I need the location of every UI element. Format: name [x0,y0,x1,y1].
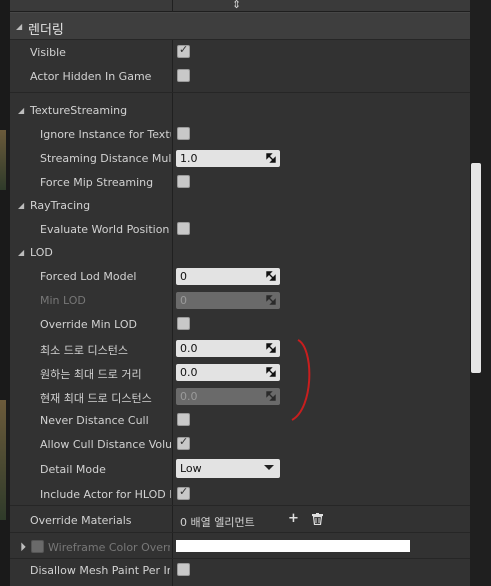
field-value: 0 [180,294,187,307]
collapse-arrow-icon[interactable]: ◢ [18,248,24,257]
resize-grip-icon[interactable] [266,153,276,163]
override-min-lod-label: Override Min LOD [40,318,137,331]
detail-mode-label: Detail Mode [40,463,106,476]
override-materials-label: Override Materials [30,514,132,527]
category-title: 렌더링 [28,23,64,38]
resize-grip-icon [266,391,276,401]
wireframe-color-checkbox[interactable] [31,540,44,553]
ignore-instance-checkbox[interactable] [177,127,190,140]
viewport-decoration [0,130,6,190]
separator [10,532,470,533]
resize-grip-icon[interactable] [266,367,276,377]
separator [10,558,470,559]
override-min-lod-checkbox[interactable] [177,317,190,330]
trash-icon[interactable] [312,513,323,525]
raytracing-title: RayTracing [30,199,91,212]
lod-title: LOD [30,246,53,259]
desired-max-draw-label: 원하는 최대 드로 거리 [40,368,142,381]
field-value: 0.0 [180,342,198,355]
allow-cull-volume-checkbox[interactable]: ✓ [177,435,190,450]
field-value: 1.0 [180,152,198,165]
texture-streaming-title: TextureStreaming [30,104,128,117]
separator [10,505,470,506]
never-distance-cull-label: Never Distance Cull [40,414,149,427]
separator [10,92,470,93]
streaming-distance-field[interactable]: 1.0 [176,150,280,167]
visible-label: Visible [30,46,66,59]
collapse-arrow-icon[interactable]: ◢ [16,22,22,31]
field-value: 0.0 [180,390,198,403]
actor-hidden-label: Actor Hidden In Game [30,70,152,83]
panel-resize-handle[interactable]: ⇕ [10,0,470,12]
current-max-draw-label: 현재 최대 드로 디스턴스 [40,392,152,405]
resize-grip-icon[interactable] [266,271,276,281]
category-header-rendering[interactable]: ◢ 렌더링 [10,12,470,40]
actor-hidden-checkbox[interactable] [177,69,190,82]
streaming-distance-label: Streaming Distance Multip [40,152,171,165]
check-icon: ✓ [179,43,189,56]
color-swatch[interactable] [176,540,410,552]
evaluate-wpo-checkbox[interactable] [177,222,190,235]
column-divider[interactable] [172,0,173,586]
annotation-bracket-mark [291,339,311,421]
current-max-draw-field: 0.0 [176,388,280,405]
min-lod-field: 0 [176,292,280,309]
chevron-down-icon [264,465,274,470]
wireframe-color-label: Wireframe Color Override [48,541,170,554]
disallow-mesh-paint-checkbox[interactable] [177,563,190,576]
array-count-text: 0 배열 엘리먼트 [180,516,255,529]
resize-grip-icon[interactable] [266,343,276,353]
collapse-arrow-icon[interactable]: ◢ [18,201,24,210]
check-icon: ✓ [179,435,189,448]
forced-lod-label: Forced Lod Model [40,270,137,283]
field-value: 0.0 [180,366,198,379]
scrollbar-thumb[interactable] [471,163,481,373]
allow-cull-volume-label: Allow Cull Distance Volume [40,438,171,451]
collapse-arrow-icon[interactable]: ◢ [18,106,24,115]
viewport-decoration [0,400,6,520]
check-icon: ✓ [179,485,189,498]
forced-lod-field[interactable]: 0 [176,268,280,285]
disallow-mesh-paint-label: Disallow Mesh Paint Per Inst [30,564,170,577]
resize-grip-icon [266,295,276,305]
drag-handle-icon[interactable]: ⇕ [232,0,241,11]
force-mip-checkbox[interactable] [177,175,190,188]
detail-mode-dropdown[interactable]: Low [176,459,280,478]
viewport-edge [0,0,10,586]
min-draw-distance-label: 최소 드로 디스턴스 [40,344,128,357]
min-lod-label: Min LOD [40,294,86,307]
include-hlod-label: Include Actor for HLOD Me [40,488,171,501]
min-draw-distance-field[interactable]: 0.0 [176,340,280,357]
never-distance-cull-checkbox[interactable] [177,413,190,426]
evaluate-wpo-label: Evaluate World Position Of [40,223,171,236]
field-value: 0 [180,270,187,283]
force-mip-label: Force Mip Streaming [40,176,154,189]
desired-max-draw-field[interactable]: 0.0 [176,364,280,381]
visible-checkbox[interactable]: ✓ [177,43,190,58]
include-hlod-checkbox[interactable]: ✓ [177,485,190,500]
ignore-instance-label: Ignore Instance for Texture [40,128,171,141]
dropdown-value: Low [180,462,202,475]
add-element-icon[interactable]: + [288,511,299,526]
